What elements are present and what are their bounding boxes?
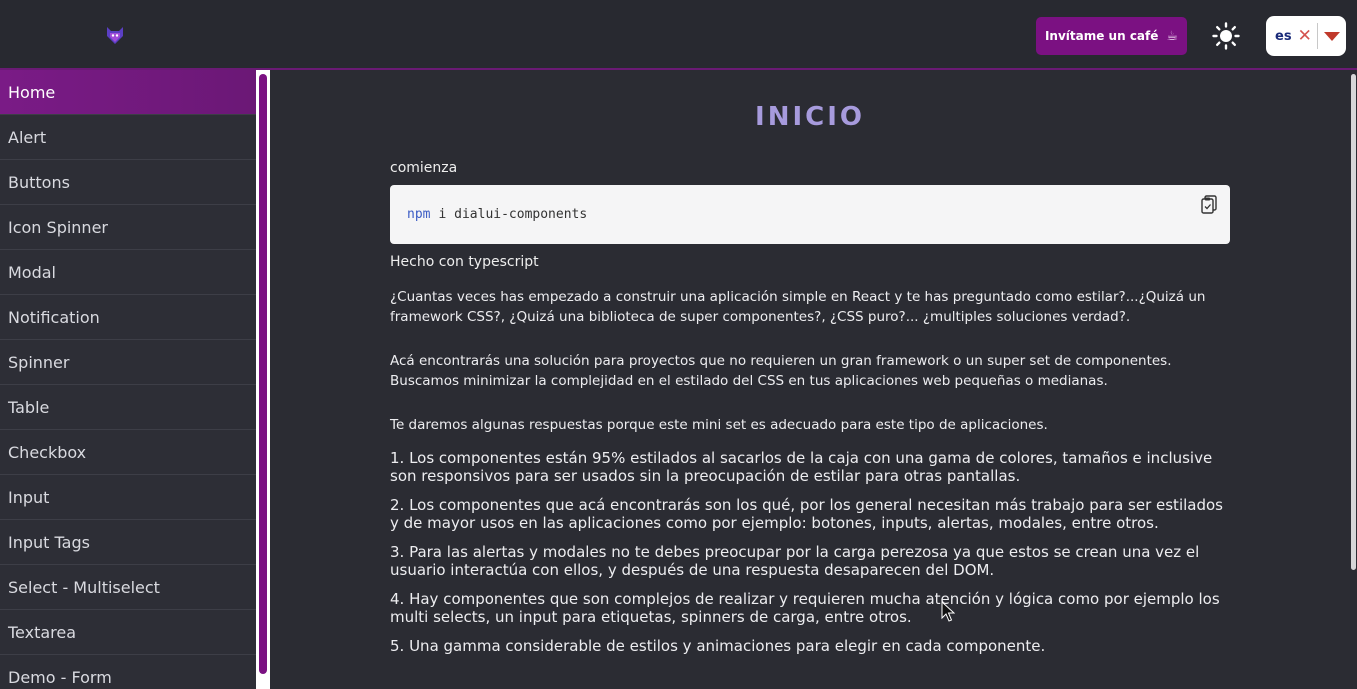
main-scrollbar-thumb[interactable]: [1351, 74, 1356, 570]
sidebar-item-modal[interactable]: Modal: [0, 250, 256, 295]
sidebar-item-label: Textarea: [8, 622, 77, 642]
chevron-down-icon[interactable]: [1323, 31, 1340, 41]
sidebar-item-checkbox[interactable]: Checkbox: [0, 430, 256, 475]
install-code-block: npm i dialui-components: [390, 185, 1230, 244]
code-keyword: npm: [407, 207, 431, 222]
sidebar-item-label: Input: [8, 487, 50, 507]
sidebar-item-label: Input Tags: [8, 532, 90, 552]
sidebar-item-notification[interactable]: Notification: [0, 295, 256, 340]
mouse-pointer-icon: [941, 601, 955, 622]
made-with-label: Hecho con typescript: [390, 254, 539, 270]
sidebar-item-buttons[interactable]: Buttons: [0, 160, 256, 205]
main-content: INICIO comienza npm i dialui-components …: [270, 72, 1350, 689]
sidebar-item-demo-form[interactable]: Demo - Form: [0, 655, 256, 689]
sidebar-item-icon-spinner[interactable]: Icon Spinner: [0, 205, 256, 250]
coffee-button-label: Invítame un café: [1044, 29, 1159, 43]
sidebar-item-label: Icon Spinner: [8, 217, 108, 237]
code-command: i dialui-components: [438, 207, 588, 222]
intro-paragraph-3: Te daremos algunas respuestas porque est…: [390, 417, 1048, 433]
intro-paragraph-2: Acá encontrarás una solución para proyec…: [390, 353, 1172, 389]
content-body: comienza npm i dialui-components Hecho c…: [390, 160, 1232, 656]
sidebar-item-label: Notification: [8, 307, 100, 327]
sidebar-item-spinner[interactable]: Spinner: [0, 340, 256, 385]
close-icon[interactable]: ✕: [1298, 27, 1312, 45]
list-item: 1. Los componentes están 95% estilados a…: [390, 449, 1213, 485]
sidebar-item-label: Demo - Form: [8, 667, 112, 687]
sidebar-scrollbar[interactable]: [256, 70, 270, 689]
fox-logo-icon[interactable]: [105, 25, 125, 45]
sidebar-item-select-multiselect[interactable]: Select - Multiselect: [0, 565, 256, 610]
sidebar-item-label: Home: [8, 82, 56, 102]
sidebar-item-label: Buttons: [8, 172, 70, 192]
sidebar-item-alert[interactable]: Alert: [0, 115, 256, 160]
sidebar-item-label: Spinner: [8, 352, 70, 372]
coffee-cup-icon: ☕: [1166, 28, 1179, 44]
page-title: INICIO: [755, 102, 865, 132]
sidebar-item-home[interactable]: Home: [0, 70, 256, 115]
buy-coffee-button[interactable]: Invítame un café ☕: [1036, 17, 1187, 55]
language-value: es: [1275, 28, 1292, 44]
sidebar-nav: Home Alert Buttons Icon Spinner Modal No…: [0, 70, 256, 689]
top-header: Invítame un café ☕ es ✕: [0, 0, 1357, 70]
clipboard-icon[interactable]: [1200, 194, 1218, 214]
main-scrollbar[interactable]: [1350, 72, 1357, 689]
list-item: 2. Los componentes que acá encontrarás s…: [390, 496, 1223, 532]
sidebar-item-label: Alert: [8, 127, 47, 147]
sidebar-item-input-tags[interactable]: Input Tags: [0, 520, 256, 565]
sidebar-item-label: Checkbox: [8, 442, 87, 462]
sidebar-item-label: Select - Multiselect: [8, 577, 160, 597]
sidebar-item-textarea[interactable]: Textarea: [0, 610, 256, 655]
list-item: 5. Una gamma considerable de estilos y a…: [390, 637, 1046, 655]
list-item: 3. Para las alertas y modales no te debe…: [390, 543, 1200, 579]
select-divider: [1316, 23, 1318, 49]
list-item: 4. Hay componentes que son complejos de …: [390, 590, 1220, 626]
start-label: comienza: [390, 160, 458, 176]
language-select[interactable]: es ✕: [1266, 16, 1346, 56]
sidebar-item-label: Modal: [8, 262, 56, 282]
sidebar-item-input[interactable]: Input: [0, 475, 256, 520]
sidebar-scrollbar-thumb[interactable]: [259, 74, 267, 674]
sidebar-item-label: Table: [8, 397, 50, 417]
intro-paragraph-1: ¿Cuantas veces has empezado a construir …: [390, 289, 1206, 325]
sun-icon[interactable]: [1212, 22, 1240, 50]
sidebar-item-table[interactable]: Table: [0, 385, 256, 430]
